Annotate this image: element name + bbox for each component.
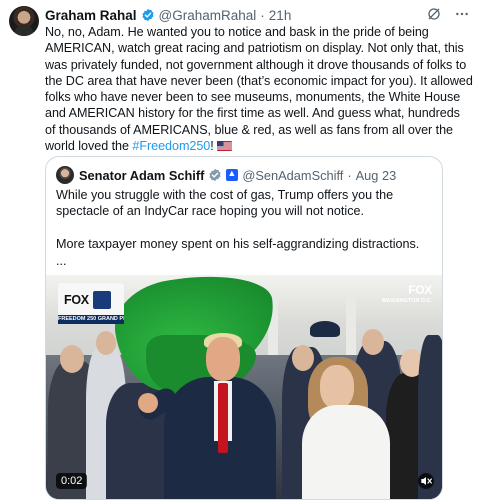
- race-logo-icon: [92, 291, 111, 309]
- video-timecode: 0:02: [56, 473, 88, 489]
- verified-badge-gray-icon: [209, 168, 221, 182]
- quoted-post[interactable]: Senator Adam Schiff @SenAdamSchiff · Aug…: [45, 156, 443, 500]
- quoted-post-text: While you struggle with the cost of gas,…: [56, 187, 436, 286]
- hashtag-link[interactable]: #Freedom250: [132, 139, 210, 153]
- quoted-post-header: Senator Adam Schiff @SenAdamSchiff · Aug…: [56, 165, 434, 185]
- grok-icon[interactable]: [426, 6, 442, 22]
- quoted-author-avatar: [56, 166, 74, 184]
- person-tie: [218, 383, 228, 453]
- author-name[interactable]: Graham Rahal: [45, 8, 137, 23]
- person-head: [320, 365, 354, 409]
- person-head: [60, 345, 84, 373]
- post-card[interactable]: Graham Rahal @GrahamRahal · 21h No, no, …: [0, 0, 478, 500]
- speaker-muted-icon: [421, 477, 432, 485]
- verified-badge-icon: [142, 8, 154, 22]
- quoted-separator-dot: ·: [347, 167, 352, 183]
- person-head: [362, 329, 384, 355]
- person-cap: [310, 321, 340, 337]
- post-text: No, no, Adam. He wanted you to notice an…: [45, 24, 473, 154]
- event-banner: FREEDOM 250 GRAND PRIX: [58, 315, 124, 324]
- quoted-author-handle: @SenAdamSchiff: [242, 167, 344, 183]
- post-header-actions: [426, 6, 470, 22]
- post-text-main: No, no, Adam. He wanted you to notice an…: [45, 25, 473, 154]
- video-player[interactable]: FOX FREEDOM 250 GRAND PRIX FOX WASHINGTO…: [46, 275, 442, 499]
- quoted-author-name: Senator Adam Schiff: [79, 167, 205, 183]
- government-affiliation-icon: [226, 168, 239, 181]
- quoted-ellipsis: ...: [56, 254, 67, 268]
- mute-toggle-icon[interactable]: [418, 473, 434, 489]
- post-text-end: !: [210, 139, 214, 154]
- person-head: [206, 337, 240, 381]
- separator-dot: ·: [260, 7, 265, 23]
- more-options-icon[interactable]: [454, 6, 470, 22]
- author-handle[interactable]: @GrahamRahal: [159, 8, 257, 23]
- broadcaster-logo-left: FOX: [58, 283, 124, 317]
- author-avatar[interactable]: [9, 6, 39, 36]
- broadcaster-name-right: FOX: [408, 283, 432, 297]
- us-flag-icon: [216, 141, 232, 152]
- broadcaster-name-left: FOX: [64, 293, 89, 307]
- person-hand: [138, 393, 158, 413]
- person-head: [96, 331, 116, 355]
- post-time[interactable]: 21h: [269, 8, 292, 23]
- person-head: [292, 345, 314, 371]
- post-header: Graham Rahal @GrahamRahal · 21h: [45, 6, 470, 24]
- quoted-paragraph-1: While you struggle with the cost of gas,…: [56, 188, 394, 219]
- broadcast-location: WASHINGTON D.C.: [381, 298, 432, 304]
- quoted-paragraph-2: More taxpayer money spent on his self-ag…: [56, 237, 420, 252]
- quoted-post-date: Aug 23: [355, 167, 397, 183]
- broadcaster-logo-right: FOX WASHINGTON D.C.: [381, 283, 433, 304]
- person-figure-right: [302, 405, 390, 499]
